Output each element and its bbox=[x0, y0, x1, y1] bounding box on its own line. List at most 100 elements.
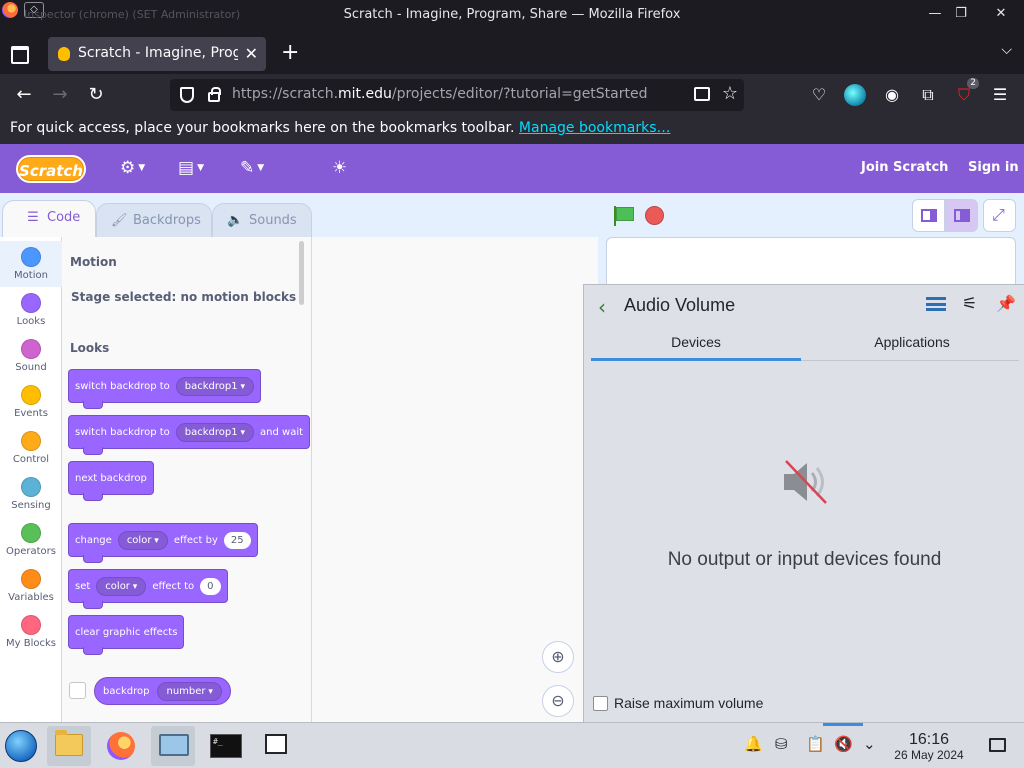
terminal-icon: #_ bbox=[210, 734, 242, 758]
reload-icon[interactable]: ↻ bbox=[84, 83, 108, 107]
operators-dot bbox=[21, 523, 41, 543]
category-variables[interactable]: Variables bbox=[0, 563, 62, 609]
firefox-icon bbox=[107, 732, 135, 760]
close-tab-icon[interactable]: ✕ bbox=[245, 44, 258, 63]
next-backdrop-block[interactable]: next backdrop bbox=[68, 461, 154, 501]
forward-icon[interactable]: → bbox=[48, 83, 72, 107]
updates-icon[interactable]: ⛁ bbox=[775, 735, 788, 753]
tab-devices[interactable]: Devices bbox=[591, 327, 801, 361]
category-control[interactable]: Control bbox=[0, 425, 62, 471]
tab-applications[interactable]: Applications bbox=[807, 327, 1017, 361]
events-dot bbox=[21, 385, 41, 405]
tab-backdrops[interactable]: 🖌 Backdrops bbox=[96, 203, 212, 238]
manage-bookmarks-link[interactable]: Manage bookmarks… bbox=[519, 120, 671, 136]
task-terminal[interactable]: #_ bbox=[203, 726, 247, 766]
back-arrow-icon[interactable]: ‹ bbox=[598, 295, 606, 319]
join-scratch-link[interactable]: Join Scratch bbox=[861, 160, 948, 175]
green-flag-icon[interactable] bbox=[612, 206, 634, 226]
category-my-blocks[interactable]: My Blocks bbox=[0, 609, 62, 655]
stop-icon[interactable] bbox=[645, 206, 664, 225]
volume-muted-icon[interactable]: 🔇 bbox=[834, 735, 853, 753]
bookmark-star-icon[interactable]: ☆ bbox=[722, 83, 738, 104]
category-sound[interactable]: Sound bbox=[0, 333, 62, 379]
category-events[interactable]: Events bbox=[0, 379, 62, 425]
close-window-icon[interactable]: ✕ bbox=[990, 4, 1012, 24]
category-operators[interactable]: Operators bbox=[0, 517, 62, 563]
shield-icon[interactable] bbox=[180, 87, 194, 103]
navigation-toolbar: ← → ↻ https://scratch.mit.edu/projects/e… bbox=[0, 74, 1024, 116]
tutorials-lightbulb-icon[interactable]: ☀ bbox=[332, 158, 347, 178]
script-workspace[interactable]: ⊕ ⊖ bbox=[312, 237, 598, 722]
clear-graphic-effects-block[interactable]: clear graphic effects bbox=[68, 615, 185, 655]
extensions-icon[interactable]: ⧉ bbox=[917, 84, 939, 106]
backdrop-number-reporter[interactable]: backdrop number bbox=[94, 677, 231, 705]
pin-icon[interactable]: 📌 bbox=[996, 294, 1016, 313]
raise-volume-checkbox[interactable] bbox=[593, 695, 608, 711]
task-file-manager[interactable] bbox=[47, 726, 91, 766]
start-menu-icon[interactable] bbox=[5, 730, 37, 762]
set-effect-block[interactable]: set color effect to 0 bbox=[68, 569, 228, 609]
effect-dropdown[interactable]: color bbox=[96, 576, 147, 596]
normal-stage-button[interactable] bbox=[945, 199, 978, 232]
effect-value-input[interactable]: 0 bbox=[200, 577, 221, 595]
scratch-menubar: Scratch ⚙ ▼ ▤ ▼ ✎ ▼ ☀ Join Scratch Sign in bbox=[0, 144, 1024, 193]
zoom-in-icon[interactable]: ⊕ bbox=[542, 641, 574, 673]
tray-expand-chevron-icon[interactable]: ⌄ bbox=[863, 735, 876, 753]
restore-icon[interactable]: ❐ bbox=[950, 4, 972, 24]
effect-dropdown[interactable]: color bbox=[117, 530, 168, 550]
clipboard-icon[interactable]: 📋 bbox=[806, 735, 825, 753]
task-firefox[interactable] bbox=[99, 726, 143, 766]
raise-volume-option[interactable]: Raise maximum volume bbox=[593, 695, 763, 711]
normal-stage-icon bbox=[954, 209, 970, 222]
switch-backdrop-and-wait-block[interactable]: switch backdrop to backdrop1 and wait bbox=[68, 415, 311, 455]
file-menu-icon[interactable]: ▤ ▼ bbox=[178, 158, 204, 178]
clock-date[interactable]: 26 May 2024 bbox=[886, 748, 972, 762]
reader-view-icon[interactable] bbox=[694, 87, 710, 101]
change-effect-block[interactable]: change color effect by 25 bbox=[68, 523, 258, 563]
category-sensing[interactable]: Sensing bbox=[0, 471, 62, 517]
effect-amount-input[interactable]: 25 bbox=[223, 531, 251, 549]
palette-scrollbar[interactable] bbox=[299, 241, 304, 305]
small-stage-button[interactable] bbox=[912, 199, 945, 232]
backdrop-reporter-checkbox[interactable] bbox=[69, 682, 86, 699]
fullscreen-button[interactable]: ⤢ bbox=[983, 199, 1016, 232]
back-icon[interactable]: ← bbox=[12, 83, 36, 107]
tab-code[interactable]: ☰ Code bbox=[2, 200, 96, 238]
task-system-settings[interactable] bbox=[151, 726, 195, 766]
tab-list-icon[interactable] bbox=[8, 42, 30, 64]
browser-tab[interactable]: Scratch - Imagine, Program, Share ✕ bbox=[48, 37, 266, 71]
new-tab-icon[interactable]: + bbox=[281, 40, 299, 65]
scratch-logo[interactable]: Scratch bbox=[16, 155, 86, 183]
speaker-icon: 🔈 bbox=[227, 213, 244, 228]
hamburger-icon[interactable] bbox=[926, 297, 946, 311]
tab-sounds[interactable]: 🔈 Sounds bbox=[212, 203, 312, 238]
sign-in-link[interactable]: Sign in bbox=[968, 160, 1019, 175]
edit-menu-icon[interactable]: ✎ ▼ bbox=[240, 158, 264, 178]
audio-popup-title: Audio Volume bbox=[624, 295, 736, 315]
configure-sliders-icon[interactable]: ⚟ bbox=[962, 294, 977, 314]
vpn-icon[interactable] bbox=[844, 84, 866, 106]
url-text[interactable]: https://scratch.mit.edu/projects/editor/… bbox=[232, 86, 648, 102]
lock-icon[interactable] bbox=[208, 87, 221, 102]
backdrop-dropdown[interactable]: backdrop1 bbox=[175, 376, 255, 396]
account-icon[interactable]: ◉ bbox=[881, 84, 903, 106]
zoom-out-icon[interactable]: ⊖ bbox=[542, 685, 574, 717]
pocket-icon[interactable]: ♡ bbox=[808, 84, 830, 106]
switch-backdrop-block[interactable]: switch backdrop to backdrop1 bbox=[68, 369, 262, 409]
url-bar[interactable]: https://scratch.mit.edu/projects/editor/… bbox=[170, 79, 744, 111]
minimize-icon[interactable]: — bbox=[924, 4, 946, 24]
show-desktop-icon[interactable] bbox=[989, 738, 1006, 752]
clock-time[interactable]: 16:16 bbox=[890, 731, 968, 749]
category-motion[interactable]: Motion bbox=[0, 241, 62, 287]
backdrop-dropdown[interactable]: backdrop1 bbox=[175, 422, 255, 442]
settings-gear-icon[interactable]: ⚙ ▼ bbox=[120, 158, 145, 178]
category-looks[interactable]: Looks bbox=[0, 287, 62, 333]
window-titlebar: ◇ Inspector (chrome) (SET Administrator)… bbox=[0, 0, 1024, 32]
block-palette: Motion Stage selected: no motion blocks … bbox=[62, 237, 312, 722]
backdrop-number-dropdown[interactable]: number bbox=[157, 681, 222, 701]
notifications-bell-icon[interactable]: 🔔 bbox=[744, 735, 763, 753]
hamburger-menu-icon[interactable]: ☰ bbox=[989, 84, 1011, 106]
extension-badge-icon[interactable]: ⛉ 2 bbox=[953, 78, 979, 106]
task-window-switcher[interactable] bbox=[255, 726, 299, 766]
chevron-down-icon[interactable]: ⌵ bbox=[1001, 42, 1012, 58]
